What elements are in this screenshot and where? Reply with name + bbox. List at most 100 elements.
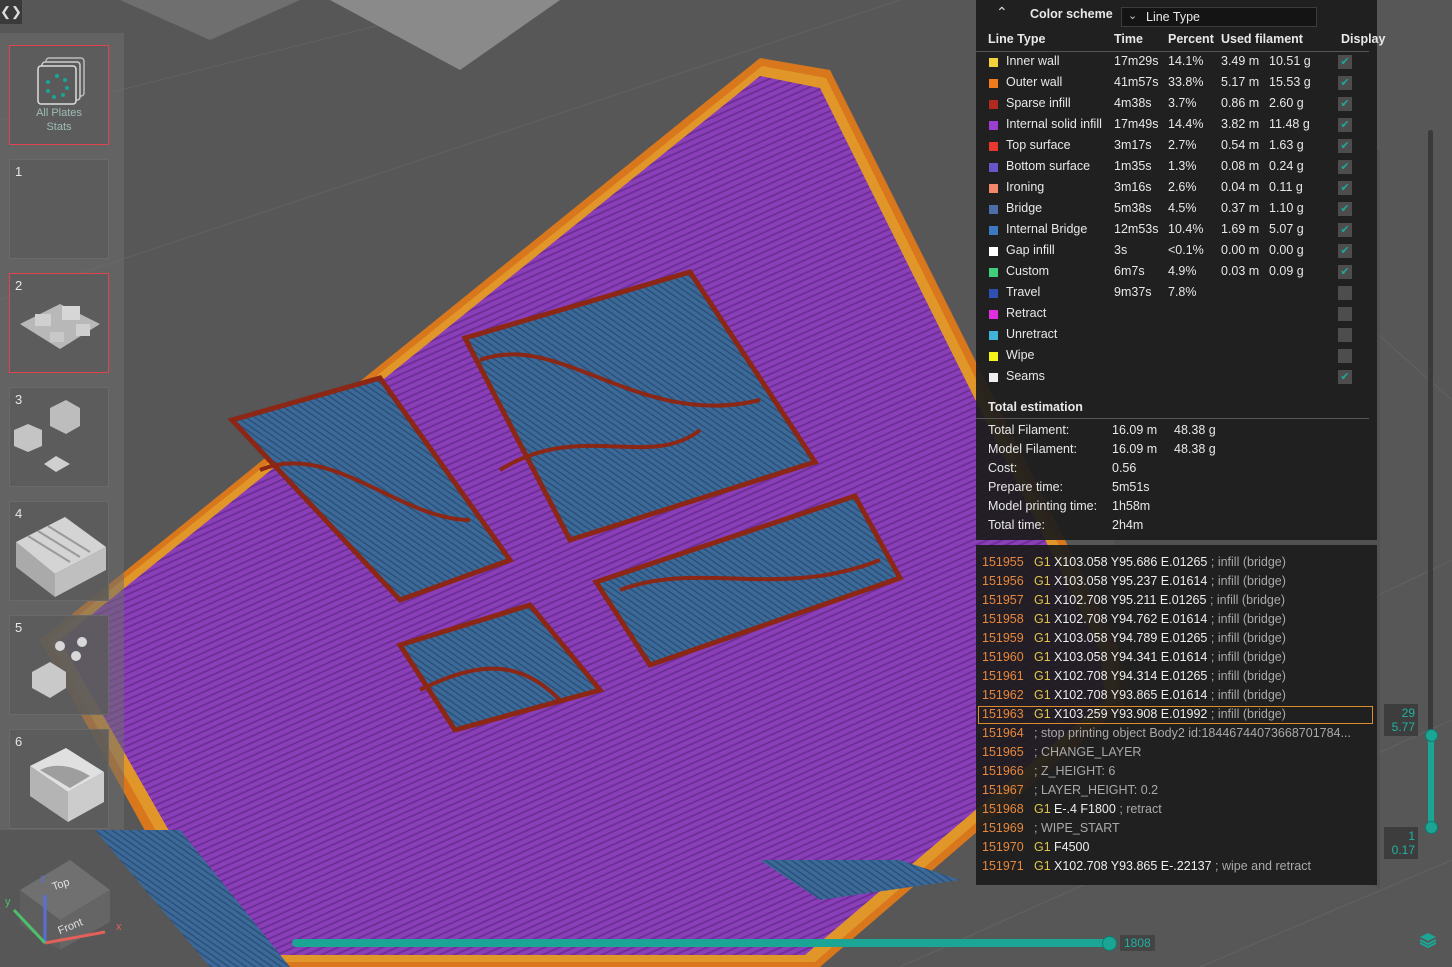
display-checkbox[interactable]: ✔ bbox=[1338, 181, 1352, 195]
total-row: Model Filament: 16.09 m 48.38 g bbox=[976, 442, 1377, 461]
display-checkbox[interactable]: ✔ bbox=[1338, 202, 1352, 216]
gcode-command: G1 bbox=[1034, 593, 1051, 607]
gcode-line-selected[interactable]: 151963 G1 X103.259 Y93.908 E.01992 ; infil… bbox=[976, 706, 1377, 726]
gcode-line[interactable]: 151960 G1 X103.058 Y94.341 E.01614 ; infil… bbox=[976, 650, 1377, 669]
gcode-line[interactable]: 151962 G1 X102.708 Y93.865 E.01614 ; infil… bbox=[976, 688, 1377, 707]
gcode-comment: ; infill (bridge) bbox=[1210, 688, 1286, 702]
collapse-legend-icon[interactable]: ⌃ bbox=[996, 4, 1008, 21]
display-checkbox[interactable]: ✔ bbox=[1338, 265, 1352, 279]
display-checkbox[interactable]: ✔ bbox=[1338, 76, 1352, 90]
line-type-percent: 10.4% bbox=[1168, 222, 1204, 236]
line-type-weight: 10.51 g bbox=[1269, 54, 1311, 68]
line-type-percent: 2.7% bbox=[1168, 138, 1197, 152]
all-plates-stats-button[interactable]: All Plates Stats bbox=[9, 45, 109, 145]
gcode-params: X102.708 Y94.762 E.01614 ; infill (bridg… bbox=[1054, 612, 1286, 626]
line-type-name: Ironing bbox=[1006, 180, 1045, 194]
total-label: Model Filament: bbox=[988, 442, 1077, 456]
color-swatch bbox=[989, 226, 998, 235]
gcode-line-number: 151956 bbox=[982, 574, 1024, 588]
display-checkbox[interactable]: ✔ bbox=[1338, 160, 1352, 174]
display-checkbox[interactable]: ✔ bbox=[1338, 244, 1352, 258]
line-type-length: 0.03 m bbox=[1221, 264, 1260, 278]
gcode-line[interactable]: 151967 ; LAYER_HEIGHT: 0.2 bbox=[976, 783, 1377, 802]
view-cube[interactable]: Top Front x y z bbox=[0, 850, 130, 960]
line-type-percent: 14.1% bbox=[1168, 54, 1204, 68]
plate-3[interactable]: 3 bbox=[9, 387, 109, 487]
display-checkbox[interactable]: ✔ bbox=[1338, 370, 1352, 384]
plate-thumbnail bbox=[32, 637, 87, 698]
x-axis-label: x bbox=[116, 921, 122, 933]
gcode-line-number: 151963 bbox=[982, 707, 1024, 721]
gcode-params-text: X103.058 Y94.789 E.01265 bbox=[1054, 631, 1208, 645]
gcode-line[interactable]: 151966 ; Z_HEIGHT: 6 bbox=[976, 764, 1377, 783]
gcode-line[interactable]: 151961 G1 X102.708 Y94.314 E.01265 ; infil… bbox=[976, 669, 1377, 688]
line-type-name: Custom bbox=[1006, 264, 1050, 278]
gcode-line[interactable]: 151959 G1 X103.058 Y94.789 E.01265 ; infil… bbox=[976, 631, 1377, 650]
col-used-filament: Used filament bbox=[1221, 32, 1303, 46]
color-swatch bbox=[989, 121, 998, 130]
line-type-length: 0.86 m bbox=[1221, 96, 1260, 110]
line-type-time: 3m17s bbox=[1114, 138, 1152, 152]
display-checkbox[interactable]: ✔ bbox=[1338, 55, 1352, 69]
line-type-weight: 2.60 g bbox=[1269, 96, 1304, 110]
line-type-time: 41m57s bbox=[1114, 75, 1159, 89]
color-swatch bbox=[989, 289, 998, 298]
layers-icon[interactable] bbox=[1418, 931, 1438, 949]
line-type-percent: 33.8% bbox=[1168, 75, 1204, 89]
display-checkbox[interactable]: ✔ bbox=[1338, 139, 1352, 153]
display-checkbox[interactable] bbox=[1338, 307, 1352, 321]
gcode-line[interactable]: 151955 G1 X103.058 Y95.686 E.01265 ; infil… bbox=[976, 555, 1377, 574]
plate-1[interactable]: 1 bbox=[9, 159, 109, 259]
gcode-viewer[interactable]: 151955 G1 X103.058 Y95.686 E.01265 ; infil… bbox=[976, 545, 1377, 885]
gcode-command: G1 bbox=[1034, 859, 1051, 873]
color-scheme-select[interactable]: ⌄ Line Type bbox=[1121, 7, 1317, 27]
gcode-line[interactable]: 151969 ; WIPE_START bbox=[976, 821, 1377, 840]
plate-2[interactable]: 2 bbox=[9, 273, 109, 373]
line-type-row: Travel 9m37s 7.8% bbox=[976, 283, 1377, 304]
line-type-length: 0.08 m bbox=[1221, 159, 1260, 173]
line-type-name: Top surface bbox=[1006, 138, 1071, 152]
layer-slider-top-handle[interactable] bbox=[1425, 729, 1438, 742]
gcode-line[interactable]: 151958 G1 X102.708 Y94.762 E.01614 ; infil… bbox=[976, 612, 1377, 631]
total-value: 5m51s bbox=[1112, 480, 1150, 494]
gcode-line[interactable]: 151957 G1 X102.708 Y95.211 E.01265 ; infil… bbox=[976, 593, 1377, 612]
move-slider-handle[interactable] bbox=[1102, 936, 1117, 951]
gcode-command: G1 bbox=[1034, 574, 1051, 588]
line-type-time: 5m38s bbox=[1114, 201, 1152, 215]
plate-4[interactable]: 4 bbox=[9, 501, 109, 601]
gcode-params: X102.708 Y94.314 E.01265 ; infill (bridg… bbox=[1054, 669, 1286, 683]
gcode-command: G1 bbox=[1034, 669, 1051, 683]
plate-6[interactable]: 6 bbox=[9, 729, 109, 829]
gcode-line[interactable]: 151971 G1 X102.708 Y93.865 E-.22137 ; wipe… bbox=[976, 859, 1377, 878]
display-checkbox[interactable] bbox=[1338, 328, 1352, 342]
display-checkbox[interactable]: ✔ bbox=[1338, 97, 1352, 111]
display-checkbox[interactable]: ✔ bbox=[1338, 118, 1352, 132]
layer-slider-track[interactable] bbox=[1428, 130, 1433, 825]
display-checkbox[interactable] bbox=[1338, 349, 1352, 363]
gcode-comment: ; infill (bridge) bbox=[1210, 707, 1286, 721]
gcode-line[interactable]: 151956 G1 X103.058 Y95.237 E.01614 ; infil… bbox=[976, 574, 1377, 593]
line-type-row: Retract bbox=[976, 304, 1377, 325]
gcode-params: X103.058 Y94.341 E.01614 ; infill (bridg… bbox=[1054, 650, 1286, 664]
line-type-length: 3.82 m bbox=[1221, 117, 1260, 131]
color-swatch bbox=[989, 310, 998, 319]
all-plates-stats-label: All Plates Stats bbox=[36, 107, 82, 133]
gcode-comment: ; CHANGE_LAYER bbox=[1034, 745, 1142, 759]
gcode-line[interactable]: 151968 G1 E-.4 F1800 ; retract bbox=[976, 802, 1377, 821]
line-type-row: Wipe bbox=[976, 346, 1377, 367]
line-type-percent: 4.9% bbox=[1168, 264, 1197, 278]
line-type-row: Internal solid infill 17m49s 14.4% 3.82 m 11… bbox=[976, 115, 1377, 136]
color-swatch bbox=[989, 184, 998, 193]
plate-5[interactable]: 5 bbox=[9, 615, 109, 715]
sidebar-toggle-button[interactable]: ❮❯ bbox=[0, 0, 22, 24]
gcode-line[interactable]: 151964 ; stop printing object Body2 id:18… bbox=[976, 726, 1377, 745]
gcode-line-number: 151969 bbox=[982, 821, 1024, 835]
line-type-name: Travel bbox=[1006, 285, 1041, 299]
layer-slider-bottom-handle[interactable] bbox=[1425, 821, 1438, 834]
line-type-name: Bottom surface bbox=[1006, 159, 1091, 173]
move-slider-track[interactable] bbox=[292, 939, 1112, 947]
display-checkbox[interactable] bbox=[1338, 286, 1352, 300]
gcode-line[interactable]: 151970 G1 F4500 bbox=[976, 840, 1377, 859]
display-checkbox[interactable]: ✔ bbox=[1338, 223, 1352, 237]
gcode-line[interactable]: 151965 ; CHANGE_LAYER bbox=[976, 745, 1377, 764]
